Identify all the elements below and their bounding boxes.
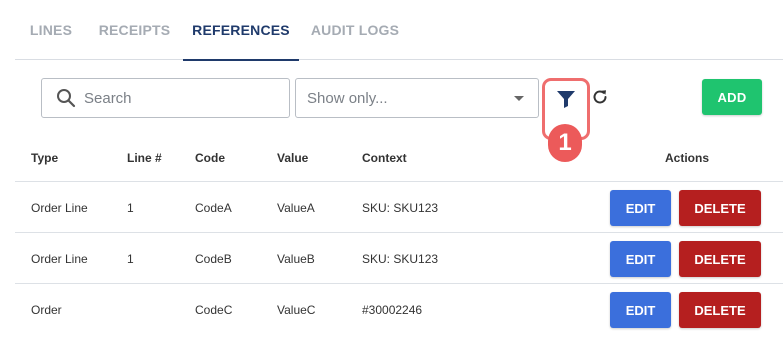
search-box[interactable] [41, 78, 290, 118]
search-input[interactable] [84, 89, 264, 107]
cell-code: CodeB [195, 252, 232, 266]
cell-code: CodeC [195, 303, 233, 317]
header-actions: Actions [665, 151, 710, 165]
cell-type: Order Line [31, 201, 88, 215]
search-icon [57, 89, 76, 108]
header-code: Code [195, 151, 225, 165]
chevron-down-icon [514, 96, 524, 101]
header-context: Context [362, 151, 407, 165]
cell-value: ValueA [277, 201, 315, 215]
tab-references[interactable]: REFERENCES [183, 0, 299, 61]
edit-button[interactable]: EDIT [610, 190, 671, 226]
edit-button[interactable]: EDIT [610, 241, 671, 277]
delete-button[interactable]: DELETE [679, 241, 761, 277]
cell-context: SKU: SKU123 [362, 252, 439, 266]
cell-context: SKU: SKU123 [362, 201, 439, 215]
step-badge: 1 [548, 124, 582, 162]
cell-context: #30002246 [362, 303, 423, 317]
edit-button[interactable]: EDIT [610, 292, 671, 328]
cell-line: 1 [127, 252, 134, 266]
cell-value: ValueC [277, 303, 316, 317]
cell-value: ValueB [277, 252, 315, 266]
tab-receipts[interactable]: RECEIPTS [90, 0, 179, 60]
header-value: Value [277, 151, 309, 165]
tab-lines[interactable]: LINES [15, 0, 87, 60]
table-row: Order Line 1 CodeB ValueB SKU: SKU123 ED… [15, 232, 783, 283]
delete-button[interactable]: DELETE [679, 190, 761, 226]
filter-icon[interactable] [556, 89, 576, 109]
cell-type: Order Line [31, 252, 88, 266]
tab-bar: LINES RECEIPTS REFERENCES AUDIT LOGS [15, 0, 783, 61]
header-type: Type [31, 151, 59, 165]
table-row: Order Line 1 CodeA ValueA SKU: SKU123 ED… [15, 181, 783, 232]
table-row: Order CodeC ValueC #30002246 EDIT DELETE [15, 283, 783, 334]
header-line: Line # [127, 151, 162, 165]
cell-code: CodeA [195, 201, 232, 215]
cell-line: 1 [127, 201, 134, 215]
add-button[interactable]: ADD [702, 79, 762, 115]
delete-button[interactable]: DELETE [679, 292, 761, 328]
refresh-icon[interactable] [591, 88, 609, 106]
show-only-placeholder: Show only... [307, 89, 388, 107]
cell-type: Order [31, 303, 62, 317]
show-only-select[interactable]: Show only... [295, 78, 539, 118]
tab-audit-logs[interactable]: AUDIT LOGS [303, 0, 407, 60]
